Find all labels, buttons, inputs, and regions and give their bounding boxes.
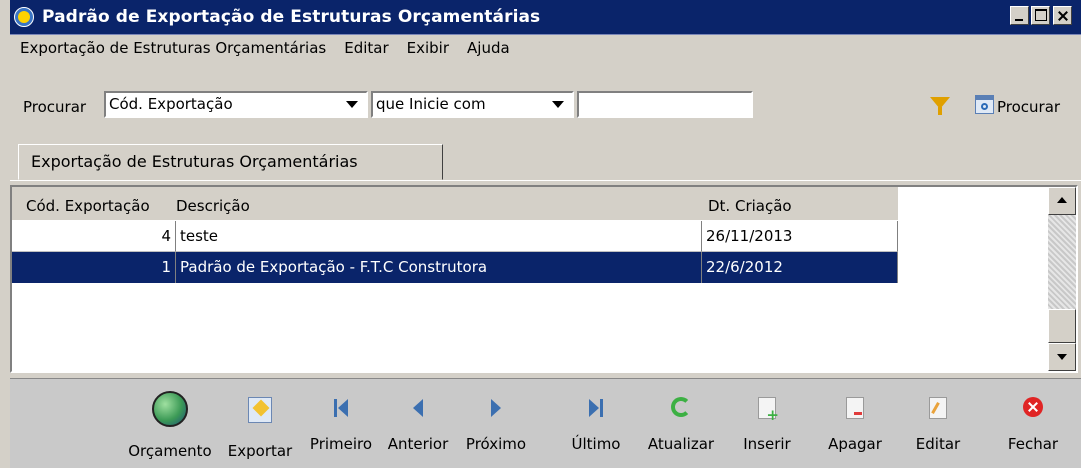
orcamento-label: Orçamento: [128, 442, 212, 460]
proximo-button[interactable]: Próximo: [458, 379, 534, 468]
apagar-button[interactable]: Apagar: [820, 379, 890, 468]
exportar-button[interactable]: Exportar: [222, 379, 298, 468]
chevron-down-icon[interactable]: [552, 101, 564, 108]
menu-ajuda[interactable]: Ajuda: [458, 35, 519, 63]
editar-button[interactable]: Editar: [906, 379, 970, 468]
search-input[interactable]: [577, 91, 753, 118]
bottom-toolbar: Orçamento Exportar Primeiro Anterior Pró…: [10, 378, 1081, 468]
filter-icon[interactable]: [930, 97, 950, 115]
search-button[interactable]: Procurar: [997, 98, 1060, 116]
cell-cod: 1: [12, 252, 176, 283]
application-window: Padrão de Exportação de Estruturas Orçam…: [0, 0, 1081, 468]
table-row-selected[interactable]: 1 Padrão de Exportação - F.T.C Construto…: [12, 252, 898, 283]
cell-dt-criacao: 22/6/2012: [702, 252, 898, 283]
previous-record-icon: [413, 399, 423, 417]
maximize-button[interactable]: [1031, 6, 1050, 25]
insert-icon: [758, 397, 779, 424]
cell-descricao: teste: [176, 221, 702, 252]
column-header-descricao[interactable]: Descrição: [176, 197, 250, 215]
chevron-down-icon[interactable]: [346, 101, 358, 108]
grid-header: Cód. Exportação Descrição Dt. Criação: [12, 187, 898, 220]
scroll-thumb[interactable]: [1048, 309, 1076, 343]
tab-label: Exportação de Estruturas Orçamentárias: [31, 152, 358, 171]
ultimo-label: Último: [571, 435, 621, 453]
search-field-select[interactable]: Cód. Exportação: [104, 91, 368, 118]
search-field-value: Cód. Exportação: [109, 95, 233, 113]
close-icon: [1023, 397, 1043, 417]
fechar-label: Fechar: [1007, 435, 1059, 453]
menu-exibir[interactable]: Exibir: [398, 35, 458, 63]
scroll-up-button[interactable]: [1048, 187, 1076, 215]
atualizar-button[interactable]: Atualizar: [640, 379, 722, 468]
ultimo-button[interactable]: Último: [566, 379, 626, 468]
menu-exportacao[interactable]: Exportação de Estruturas Orçamentárias: [10, 35, 335, 63]
inserir-label: Inserir: [743, 435, 791, 453]
anterior-button[interactable]: Anterior: [380, 379, 456, 468]
close-window-button[interactable]: [1053, 6, 1072, 25]
anterior-label: Anterior: [387, 435, 449, 453]
edit-icon: [929, 397, 947, 419]
fechar-button[interactable]: Fechar: [1000, 379, 1066, 468]
last-record-icon: [589, 399, 603, 417]
delete-icon: [846, 397, 864, 419]
globe-icon: [152, 391, 188, 427]
data-grid: Cód. Exportação Descrição Dt. Criação 4 …: [10, 185, 1078, 373]
inserir-button[interactable]: Inserir: [732, 379, 802, 468]
menu-editar[interactable]: Editar: [335, 35, 397, 63]
refresh-icon: [671, 397, 691, 417]
title-bar[interactable]: Padrão de Exportação de Estruturas Orçam…: [10, 0, 1081, 35]
proximo-label: Próximo: [465, 435, 527, 453]
app-icon[interactable]: [14, 7, 34, 27]
orcamento-button[interactable]: Orçamento: [116, 379, 224, 468]
tab-divider: [10, 180, 1081, 181]
column-header-dt-criacao[interactable]: Dt. Criação: [708, 197, 792, 215]
cell-dt-criacao: 26/11/2013: [702, 221, 898, 252]
cell-cod: 4: [12, 221, 176, 252]
search-icon[interactable]: [975, 95, 994, 114]
exportar-label: Exportar: [227, 442, 293, 460]
next-record-icon: [491, 399, 501, 417]
atualizar-label: Atualizar: [647, 435, 715, 453]
primeiro-button[interactable]: Primeiro: [306, 379, 376, 468]
primeiro-label: Primeiro: [309, 435, 373, 453]
export-icon: [248, 397, 272, 423]
window-title: Padrão de Exportação de Estruturas Orçam…: [42, 7, 541, 27]
apagar-label: Apagar: [828, 435, 882, 453]
search-label: Procurar: [23, 98, 87, 116]
menu-bar: Exportação de Estruturas Orçamentárias E…: [10, 35, 519, 63]
column-header-cod[interactable]: Cód. Exportação: [26, 197, 150, 215]
table-row[interactable]: 4 teste 26/11/2013: [12, 221, 898, 252]
cell-descricao: Padrão de Exportação - F.T.C Construtora: [176, 252, 702, 283]
tab-exportacao[interactable]: Exportação de Estruturas Orçamentárias: [18, 144, 443, 180]
scroll-down-button[interactable]: [1048, 343, 1076, 371]
editar-label: Editar: [915, 435, 961, 453]
search-bar: Procurar Cód. Exportação que Inicie com …: [0, 88, 1081, 122]
search-condition-value: que Inicie com: [376, 95, 486, 113]
minimize-button[interactable]: [1010, 6, 1029, 25]
search-condition-select[interactable]: que Inicie com: [371, 91, 574, 118]
first-record-icon: [334, 399, 348, 417]
